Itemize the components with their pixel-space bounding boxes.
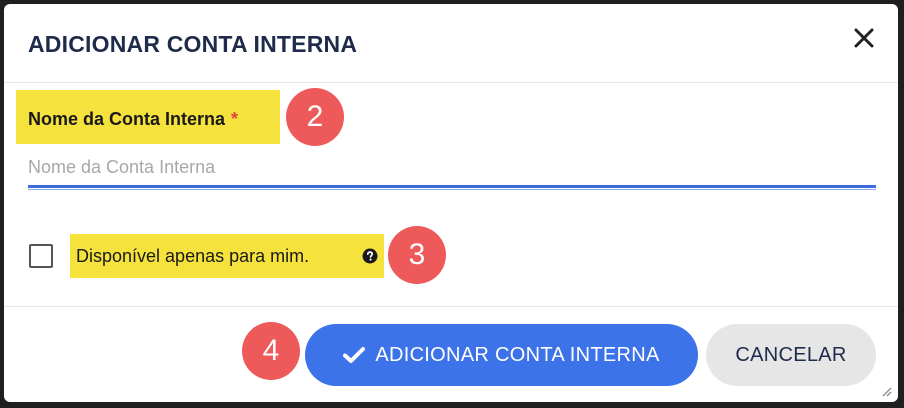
- input-underline: [28, 185, 876, 188]
- cancel-button[interactable]: CANCELAR: [706, 324, 876, 386]
- name-field-label-text: Nome da Conta Interna: [28, 109, 226, 129]
- checkbox-label: Disponível apenas para mim.: [76, 246, 310, 266]
- checkbox-label-highlight: Disponível apenas para mim.: [70, 234, 384, 278]
- dialog-header: ADICIONAR CONTA INTERNA: [4, 4, 898, 83]
- add-button-label: ADICIONAR CONTA INTERNA: [375, 343, 660, 366]
- step-badge-2: 2: [286, 88, 344, 146]
- close-icon[interactable]: [852, 26, 876, 50]
- resize-grip-icon[interactable]: [880, 384, 892, 397]
- check-icon: [343, 347, 366, 363]
- name-field-label-highlight: Nome da Conta Interna *: [16, 90, 280, 144]
- question-circle-icon[interactable]: [362, 248, 378, 264]
- name-field-label: Nome da Conta Interna *: [28, 109, 238, 130]
- dialog-title: ADICIONAR CONTA INTERNA: [28, 31, 358, 57]
- footer-divider: [4, 306, 898, 307]
- add-internal-account-button[interactable]: ADICIONAR CONTA INTERNA: [305, 324, 698, 386]
- step-badge-3: 3: [388, 226, 446, 284]
- add-internal-account-dialog: ADICIONAR CONTA INTERNA Nome da Conta In…: [4, 4, 898, 402]
- account-name-input[interactable]: [28, 147, 876, 187]
- only-me-checkbox[interactable]: [29, 244, 53, 268]
- input-underline-shadow: [28, 189, 876, 190]
- required-marker: *: [231, 109, 239, 129]
- step-badge-4: 4: [242, 322, 300, 380]
